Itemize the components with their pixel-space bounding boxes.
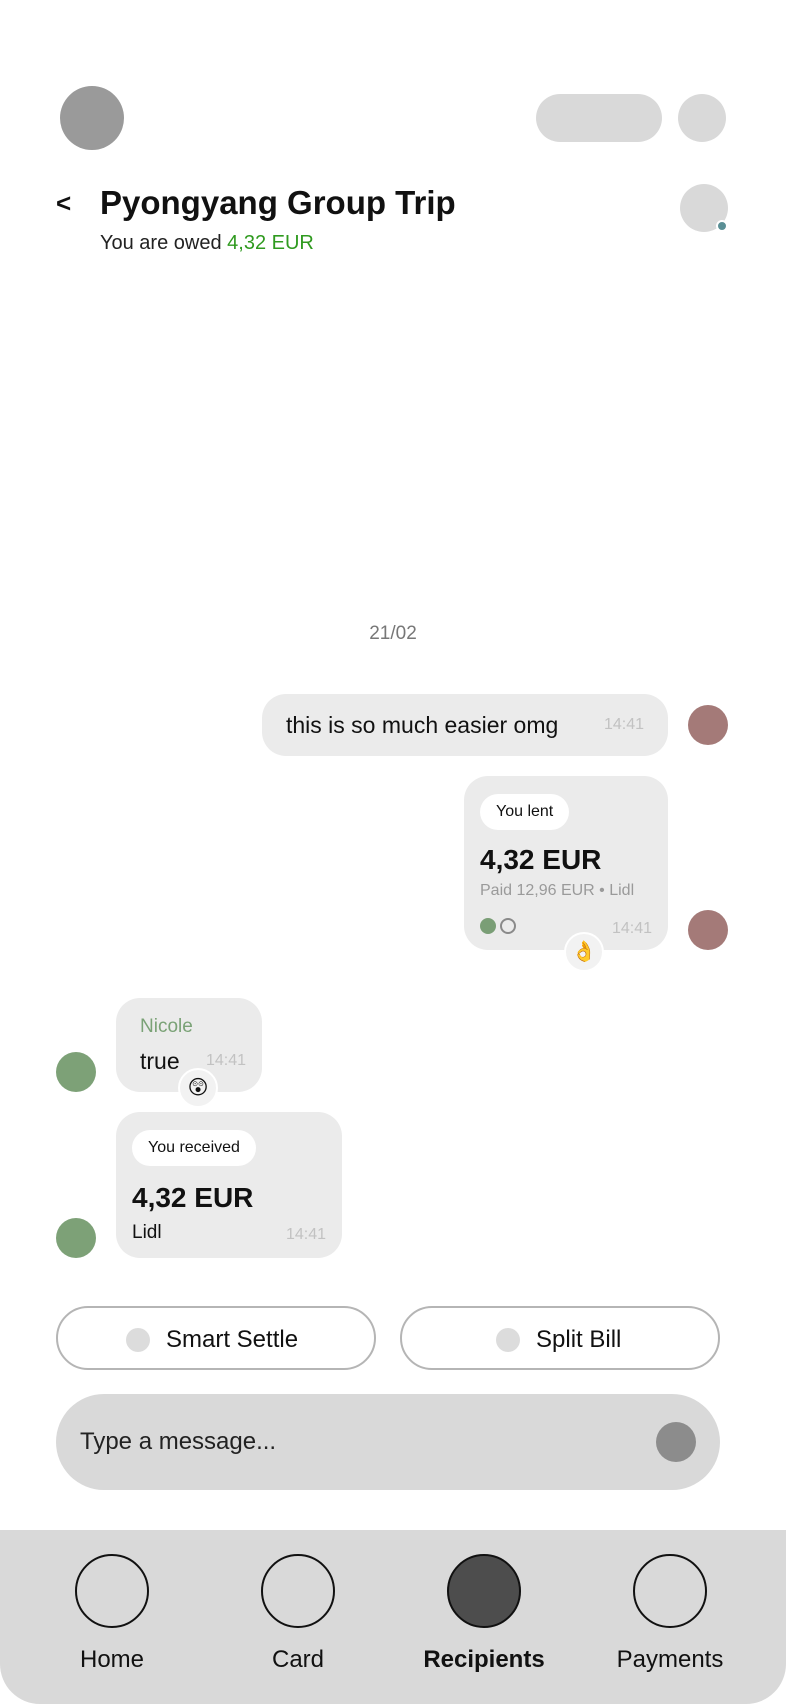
nav-item-payments[interactable]: Payments (577, 1554, 763, 1684)
avatar (56, 1218, 96, 1258)
message-text: true (140, 1048, 180, 1074)
settled-status-dot (480, 918, 496, 934)
send-icon[interactable] (656, 1422, 696, 1462)
received-transaction-bubble[interactable]: You received 4,32 EUR Lidl 14:41 (116, 1112, 342, 1258)
transaction-amount: 4,32 EUR (480, 844, 602, 875)
split-bill-label: Split Bill (536, 1326, 622, 1353)
online-status-dot (716, 220, 728, 232)
transaction-amount: 4,32 EUR (132, 1182, 254, 1213)
owed-prefix: You are owed (100, 232, 222, 254)
transaction-merchant: Lidl (132, 1222, 162, 1243)
sender-name: Nicole (140, 1016, 193, 1037)
nav-item-card[interactable]: Card (205, 1554, 391, 1684)
recipients-icon (447, 1554, 521, 1628)
owed-amount: 4,32 EUR (227, 232, 314, 254)
card-icon (261, 1554, 335, 1628)
smart-settle-icon (126, 1328, 150, 1352)
message-time: 14:41 (611, 920, 652, 937)
transaction-detail: Paid 12,96 EUR • Lidl (480, 882, 635, 899)
avatar (688, 910, 728, 950)
nav-label: Home (79, 1646, 145, 1673)
message-composer (56, 1394, 720, 1490)
lent-transaction-bubble[interactable]: You lent 4,32 EUR Paid 12,96 EUR • Lidl … (464, 776, 668, 950)
transaction-type-chip: You received (132, 1130, 256, 1166)
message-text: this is so much easier omg (286, 712, 559, 738)
owed-summary: You are owed 4,32 EUR (100, 232, 314, 255)
nav-label: Recipients (423, 1646, 545, 1673)
message-time: 14:41 (285, 1226, 326, 1243)
split-bill-button[interactable]: Split Bill (400, 1306, 720, 1370)
outgoing-message-bubble[interactable]: this is so much easier omg 14:41 (262, 694, 668, 756)
page-title: Pyongyang Group Trip (100, 184, 456, 221)
nav-label: Card (271, 1646, 325, 1673)
smart-settle-label: Smart Settle (166, 1326, 299, 1353)
smart-settle-button[interactable]: Smart Settle (56, 1306, 376, 1370)
top-action-icon[interactable] (678, 94, 726, 142)
top-pill-placeholder[interactable] (536, 94, 662, 142)
bottom-nav: Home Card Recipients Payments (0, 1530, 786, 1704)
profile-avatar[interactable] (60, 86, 124, 150)
pending-status-dot (500, 918, 516, 934)
home-icon (75, 1554, 149, 1628)
nav-item-home[interactable]: Home (19, 1554, 205, 1684)
nav-label: Payments (616, 1646, 724, 1673)
message-time: 14:41 (603, 716, 644, 733)
split-bill-icon (496, 1328, 520, 1352)
message-input[interactable] (80, 1422, 620, 1462)
back-button[interactable]: < (56, 188, 71, 219)
reaction-surprised-icon[interactable]: 😲 (178, 1068, 218, 1108)
message-time: 14:41 (205, 1052, 246, 1069)
payments-icon (633, 1554, 707, 1628)
avatar (688, 705, 728, 745)
transaction-type-chip: You lent (480, 794, 570, 830)
nav-item-recipients[interactable]: Recipients (391, 1554, 577, 1684)
reaction-ok-hand-icon[interactable]: 👌 (564, 932, 604, 972)
avatar (56, 1052, 96, 1092)
date-divider: 21/02 (369, 623, 417, 644)
